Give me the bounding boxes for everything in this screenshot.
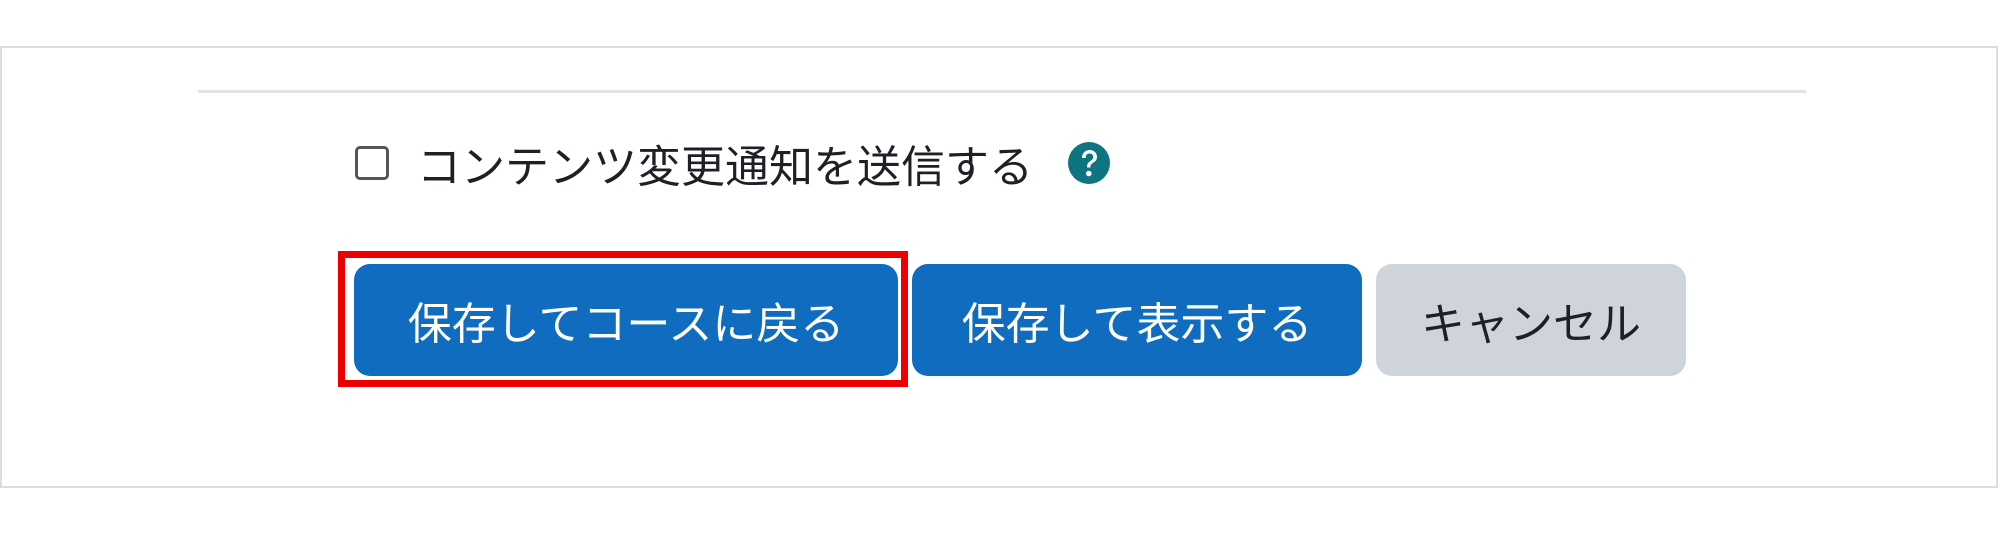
save-and-return-button[interactable]: 保存してコースに戻る (354, 264, 898, 376)
form-action-buttons: 保存してコースに戻る 保存して表示する キャンセル (354, 264, 1686, 376)
notify-checkbox-label[interactable]: コンテンツ変更通知を送信する (417, 131, 1033, 195)
cancel-button[interactable]: キャンセル (1376, 264, 1686, 376)
notify-checkbox-row: コンテンツ変更通知を送信する (355, 128, 1111, 198)
save-and-display-button[interactable]: 保存して表示する (912, 264, 1362, 376)
section-divider (198, 90, 1806, 93)
question-circle-icon[interactable] (1067, 141, 1111, 185)
form-footer-panel: コンテンツ変更通知を送信する 保存してコースに戻る 保存して表示する キャンセル (0, 46, 1998, 488)
notify-checkbox[interactable] (355, 146, 389, 180)
